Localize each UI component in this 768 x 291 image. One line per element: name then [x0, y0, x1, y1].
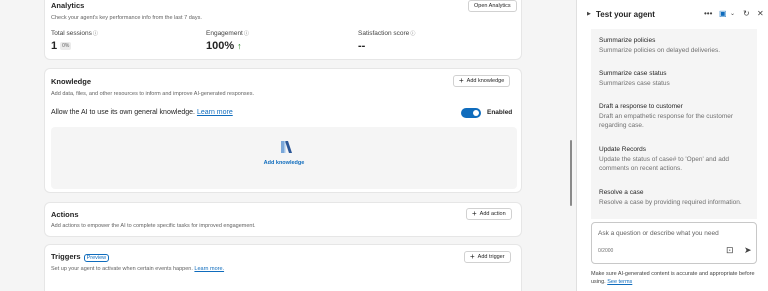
general-knowledge-label: Allow the AI to use its own general know…: [51, 109, 195, 116]
prompt-title: Summarize policies: [599, 37, 656, 44]
char-count: 0/2000: [598, 248, 614, 254]
general-knowledge-toggle[interactable]: [461, 108, 481, 118]
add-knowledge-button[interactable]: + Add knowledge: [453, 75, 511, 87]
more-options-icon[interactable]: •••: [704, 9, 712, 18]
toggle-status-label: Enabled: [487, 109, 513, 116]
triggers-description: Set up your agent to activate when certa…: [51, 266, 224, 272]
triggers-learn-more-link[interactable]: Learn more.: [194, 266, 224, 272]
close-icon[interactable]: ✕: [757, 9, 764, 18]
prompt-title: Draft a response to customer: [599, 103, 683, 110]
info-icon[interactable]: ⓘ: [93, 31, 98, 37]
open-analytics-button[interactable]: Open Analytics: [468, 0, 517, 12]
knowledge-card: Knowledge Add data, files, and other res…: [44, 68, 522, 193]
prompt-item[interactable]: Summarize case status Summarizes case st…: [599, 70, 755, 89]
triggers-title: Triggers Preview: [51, 252, 110, 262]
chevron-down-icon[interactable]: ⌄: [730, 10, 735, 17]
add-knowledge-label: Add knowledge: [466, 78, 505, 84]
metric-satisfaction-label: Satisfaction scoreⓘ: [358, 30, 415, 37]
prompt-desc: Summarize policies on delayed deliveries…: [599, 47, 721, 54]
add-action-label: Add action: [479, 211, 506, 217]
info-icon[interactable]: ⓘ: [244, 31, 249, 37]
plus-icon: +: [459, 76, 464, 85]
add-trigger-button[interactable]: + Add trigger: [464, 251, 511, 263]
send-icon[interactable]: ➤: [744, 245, 752, 256]
metric-change-badge: 0%: [60, 42, 72, 50]
prompt-item[interactable]: Resolve a case Resolve a case by providi…: [599, 189, 755, 208]
add-knowledge-dropzone[interactable]: Add knowledge: [51, 127, 517, 189]
arrow-up-icon: ↑: [237, 41, 242, 51]
test-agent-panel: ▶ Test your agent ••• ▣ ⌄ ↻ ✕ Summarize …: [576, 0, 768, 291]
plus-icon: +: [472, 209, 477, 218]
actions-description: Add actions to empower the AI to complet…: [51, 223, 256, 229]
prompt-title: Update Records: [599, 146, 646, 153]
prompt-title: Summarize case status: [599, 70, 667, 77]
open-analytics-label: Open Analytics: [474, 3, 511, 9]
prompt-desc: Summarizes case status: [599, 80, 670, 87]
triggers-description-text: Set up your agent to activate when certa…: [51, 266, 193, 272]
general-knowledge-text: Allow the AI to use its own general know…: [51, 109, 233, 116]
collapse-caret-icon[interactable]: ▶: [587, 11, 591, 17]
preview-badge: Preview: [83, 254, 110, 262]
add-knowledge-drop-label[interactable]: Add knowledge: [51, 160, 517, 166]
prompt-desc: Resolve a case by providing required inf…: [599, 199, 742, 206]
learn-more-link[interactable]: Learn more: [197, 109, 233, 116]
metric-engagement-label: Engagementⓘ: [206, 30, 249, 37]
triggers-card: Triggers Preview Set up your agent to act…: [44, 244, 522, 291]
ai-disclaimer: Make sure AI-generated content is accura…: [591, 271, 761, 286]
metric-engagement-value: 100% ↑: [206, 40, 242, 52]
refresh-icon[interactable]: ↻: [743, 9, 750, 18]
metric-total-sessions-label: Total sessionsⓘ: [51, 30, 98, 37]
metric-value-text: 100%: [206, 40, 235, 52]
actions-card: Actions Add actions to empower the AI to…: [44, 202, 522, 237]
prompt-item[interactable]: Summarize policies Summarize policies on…: [599, 37, 755, 56]
toggle-knob: [473, 110, 479, 116]
plus-icon: +: [470, 252, 475, 261]
actions-title: Actions: [51, 210, 79, 219]
main-scrollbar[interactable]: [570, 140, 572, 206]
analytics-card: Analytics Check your agent's key perform…: [44, 0, 522, 60]
metric-label-text: Total sessions: [51, 30, 92, 37]
add-trigger-label: Add trigger: [477, 254, 505, 260]
main-content: Analytics Check your agent's key perform…: [0, 0, 576, 291]
metric-satisfaction-value: --: [358, 40, 365, 52]
panel-header: ▶ Test your agent ••• ▣ ⌄ ↻ ✕: [577, 0, 768, 28]
chat-input-box[interactable]: Ask a question or describe what you need…: [591, 222, 757, 264]
see-terms-link[interactable]: See terms: [607, 279, 632, 285]
panel-title: Test your agent: [596, 10, 655, 19]
add-action-button[interactable]: + Add action: [466, 208, 512, 220]
app-root: Analytics Check your agent's key perform…: [0, 0, 768, 291]
attach-icon[interactable]: ⊡: [726, 245, 734, 256]
suggested-prompts-list: Summarize policies Summarize policies on…: [591, 29, 757, 219]
metric-value-text: 1: [51, 40, 58, 52]
knowledge-description: Add data, files, and other resources to …: [51, 91, 255, 97]
prompt-desc: Update the status of case# to 'Open' and…: [599, 156, 730, 172]
metric-label-text: Satisfaction score: [358, 30, 410, 37]
prompt-item[interactable]: Update Records Update the status of case…: [599, 146, 755, 173]
prompt-item[interactable]: Draft a response to customer Draft an em…: [599, 103, 755, 130]
info-icon[interactable]: ⓘ: [410, 31, 415, 37]
metric-value-text: --: [358, 40, 366, 52]
triggers-title-text: Triggers: [51, 252, 81, 261]
prompt-title: Resolve a case: [599, 189, 644, 196]
metric-total-sessions-value: 1 0%: [51, 40, 72, 52]
analytics-description: Check your agent's key performance info …: [51, 15, 202, 21]
chat-input-placeholder[interactable]: Ask a question or describe what you need: [598, 230, 719, 237]
prompt-desc: Draft an empathetic response for the cus…: [599, 113, 734, 129]
knowledge-title: Knowledge: [51, 77, 92, 86]
map-icon[interactable]: ▣: [719, 9, 727, 18]
knowledge-icon: [281, 141, 292, 153]
analytics-title: Analytics: [51, 1, 85, 10]
metric-label-text: Engagement: [206, 30, 243, 37]
